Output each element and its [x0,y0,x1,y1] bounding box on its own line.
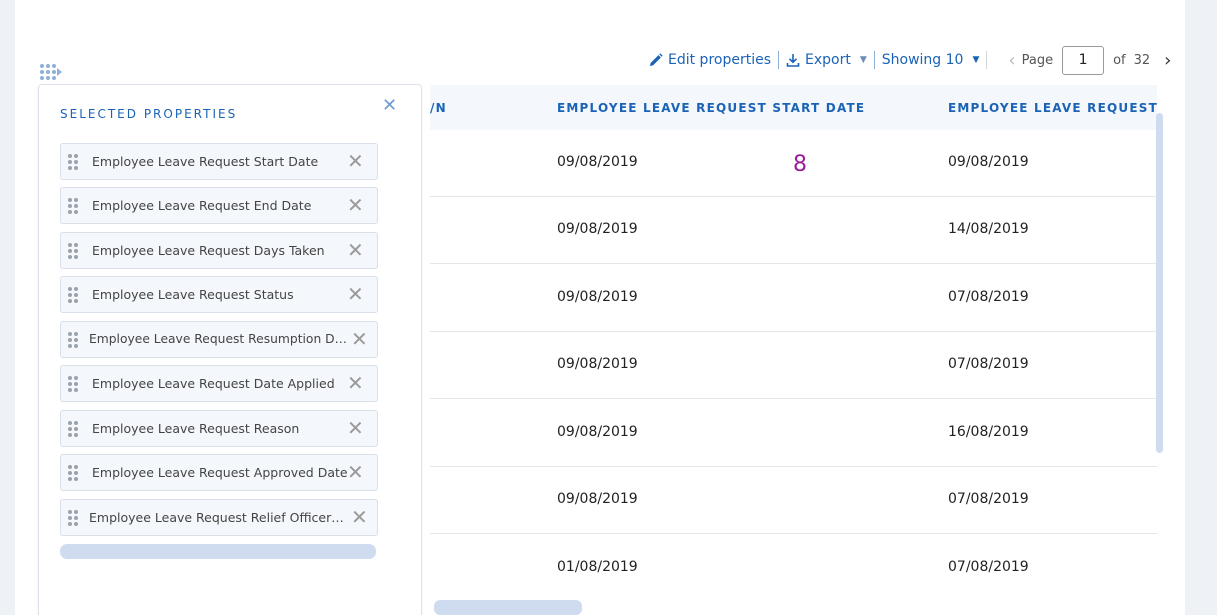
property-label: Employee Leave Request Date Applied [92,376,335,391]
table-row[interactable]: 09/08/2019 07/08/2019 [430,332,1157,399]
remove-property-icon[interactable]: ✕ [347,150,364,172]
column-header[interactable]: /N [430,101,447,115]
remove-property-icon[interactable]: ✕ [347,417,364,439]
column-header-start-date[interactable]: EMPLOYEE LEAVE REQUEST START DATE [557,101,865,115]
close-icon[interactable]: ✕ [382,95,397,116]
vertical-scrollbar[interactable] [1156,113,1163,453]
start-date-cell: 09/08/2019 [557,491,638,507]
end-date-cell: 07/08/2019 [948,289,1029,305]
showing-dropdown[interactable]: Showing 10 ▼ [882,52,980,68]
table-row[interactable]: 09/08/2019 14/08/2019 [430,197,1157,264]
drag-handle-icon[interactable] [68,510,78,526]
start-date-cell: 09/08/2019 [557,221,638,237]
end-date-cell: 09/08/2019 [948,154,1029,170]
drag-handle-icon[interactable] [68,243,78,259]
table-row[interactable]: 09/08/2019 07/08/2019 [430,467,1157,534]
property-item[interactable]: Employee Leave Request Approved Date ✕ [60,454,378,491]
property-item[interactable]: Employee Leave Request Start Date ✕ [60,143,378,180]
property-label: Employee Leave Request Relief Officer Ap… [89,510,347,525]
export-button[interactable]: Export ▼ [786,52,867,68]
end-date-cell: 16/08/2019 [948,424,1029,440]
chevron-right-icon[interactable]: › [1164,50,1171,71]
chevron-left-icon[interactable]: ‹ [1008,50,1015,71]
remove-property-icon[interactable]: ✕ [347,283,364,305]
page-label: Page [1021,52,1054,68]
panel-scrollbar[interactable] [60,544,376,559]
property-item[interactable]: Employee Leave Request Date Applied ✕ [60,365,378,402]
export-label: Export [805,52,851,68]
property-label: Employee Leave Request Reason [92,421,300,436]
property-label: Employee Leave Request Start Date [92,154,319,169]
panel-toggle-handle-icon[interactable] [40,64,64,84]
property-label: Employee Leave Request End Date [92,198,312,213]
property-label: Employee Leave Request Resumption Date [89,332,347,346]
annotation-number: 8 [793,152,807,177]
remove-property-icon[interactable]: ✕ [347,239,364,261]
end-date-cell: 07/08/2019 [948,356,1029,372]
edit-properties-button[interactable]: Edit properties [649,52,771,68]
property-label: Employee Leave Request Status [92,287,294,302]
start-date-cell: 09/08/2019 [557,356,638,372]
property-item[interactable]: Employee Leave Request End Date ✕ [60,187,378,224]
property-item[interactable]: Employee Leave Request Resumption Date ✕ [60,321,378,358]
remove-property-icon[interactable]: ✕ [347,194,364,216]
drag-handle-icon[interactable] [68,154,78,170]
chevron-down-icon: ▼ [859,55,867,65]
property-item[interactable]: Employee Leave Request Relief Officer Ap… [60,499,378,536]
edit-properties-label: Edit properties [668,52,772,68]
toolbar-divider [986,51,988,69]
start-date-cell: 09/08/2019 [557,289,638,305]
remove-property-icon[interactable]: ✕ [351,328,368,350]
property-item[interactable]: Employee Leave Request Days Taken ✕ [60,232,378,269]
drag-handle-icon[interactable] [68,376,78,392]
page-number-input[interactable] [1062,45,1105,75]
selected-properties-panel: SELECTED PROPERTIES ✕ Employee Leave Req… [38,84,422,615]
property-label: Employee Leave Request Approved Date [92,465,348,480]
drag-handle-icon[interactable] [68,465,78,481]
panel-title: SELECTED PROPERTIES [60,107,238,121]
end-date-cell: 07/08/2019 [948,491,1029,507]
start-date-cell: 09/08/2019 [557,154,638,170]
drag-handle-icon[interactable] [68,332,78,348]
property-item[interactable]: Employee Leave Request Status ✕ [60,276,378,313]
pagination: ‹ Page of 32 › [1000,45,1177,75]
drag-handle-icon[interactable] [68,287,78,303]
total-pages: 32 [1133,52,1151,68]
showing-label: Showing 10 [881,52,964,68]
horizontal-scrollbar[interactable] [434,600,582,615]
pencil-icon [650,53,663,66]
end-date-cell: 07/08/2019 [948,559,1029,575]
table-header: /N EMPLOYEE LEAVE REQUEST START DATE EMP… [430,85,1157,130]
property-label: Employee Leave Request Days Taken [92,243,325,258]
toolbar-divider [873,51,875,69]
table-toolbar: Edit properties Export ▼ Showing 10 ▼ ‹ … [649,45,1177,75]
column-header-end-date[interactable]: EMPLOYEE LEAVE REQUEST E [948,101,1157,115]
download-icon [786,54,800,67]
toolbar-divider [778,51,780,69]
start-date-cell: 01/08/2019 [557,559,638,575]
table-row[interactable]: 09/08/2019 16/08/2019 [430,400,1157,467]
remove-property-icon[interactable]: ✕ [347,461,364,483]
remove-property-icon[interactable]: ✕ [347,372,364,394]
remove-property-icon[interactable]: ✕ [351,506,368,528]
chevron-down-icon: ▼ [972,55,980,65]
end-date-cell: 14/08/2019 [948,221,1029,237]
of-label: of [1113,52,1126,68]
property-item[interactable]: Employee Leave Request Reason ✕ [60,410,378,447]
drag-handle-icon[interactable] [68,421,78,437]
table-row[interactable]: 09/08/2019 07/08/2019 [430,265,1157,332]
start-date-cell: 09/08/2019 [557,424,638,440]
table-row[interactable]: 01/08/2019 07/08/2019 [430,535,1157,602]
drag-handle-icon[interactable] [68,198,78,214]
